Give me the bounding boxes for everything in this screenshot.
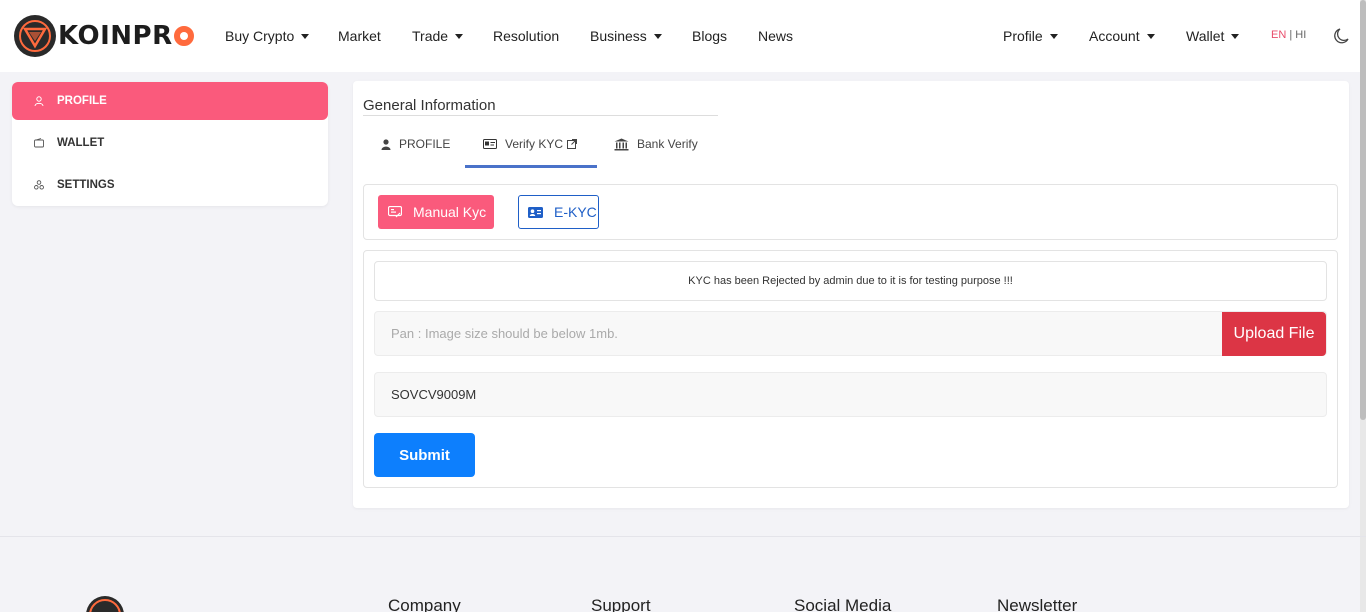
- bank-icon: [614, 138, 629, 151]
- caret-down-icon: [1049, 33, 1058, 39]
- pan-file-input[interactable]: Pan : Image size should be below 1mb. Up…: [374, 311, 1327, 356]
- footer-heading-company: Company: [388, 596, 461, 612]
- ekyc-id-icon: [528, 206, 543, 218]
- tab-profile[interactable]: PROFILE: [381, 121, 450, 167]
- caret-down-icon: [1146, 33, 1155, 39]
- person-icon: [381, 138, 391, 150]
- nav-resolution[interactable]: Resolution: [493, 0, 559, 72]
- nav-business[interactable]: Business: [590, 0, 662, 72]
- nav-trade[interactable]: Trade: [412, 0, 464, 72]
- wallet-icon: [33, 137, 45, 149]
- nav-market[interactable]: Market: [338, 0, 381, 72]
- pan-number-field[interactable]: SOVCV9009M: [374, 372, 1327, 417]
- moon-icon[interactable]: [1334, 28, 1350, 44]
- lang-hi[interactable]: HI: [1295, 29, 1306, 41]
- caret-down-icon: [1231, 33, 1240, 39]
- lang-en[interactable]: EN: [1271, 29, 1286, 41]
- title-divider: [363, 115, 718, 116]
- logo-text: KOINPR: [58, 21, 194, 51]
- caret-down-icon: [301, 33, 310, 39]
- user-icon: [33, 95, 45, 107]
- manual-kyc-button[interactable]: Manual Kyc: [378, 195, 494, 229]
- kyc-type-selector: Manual Kyc E-KYC: [363, 184, 1338, 240]
- logo-mark-icon: [14, 15, 56, 57]
- sidebar: PROFILE WALLET SETTINGS: [12, 82, 328, 206]
- nav-buy-crypto[interactable]: Buy Crypto: [225, 0, 310, 72]
- scrollbar-thumb[interactable]: [1360, 0, 1366, 420]
- language-switcher[interactable]: EN | HI: [1271, 29, 1306, 41]
- upload-file-button[interactable]: Upload File: [1222, 312, 1326, 356]
- file-input-placeholder: Pan : Image size should be below 1mb.: [391, 326, 618, 341]
- nav-blogs[interactable]: Blogs: [692, 0, 727, 72]
- manual-kyc-icon: [388, 206, 402, 218]
- page-scrollbar[interactable]: [1360, 0, 1366, 612]
- page-title: General Information: [363, 97, 496, 114]
- general-information-card: General Information PROFILE Verify KYC B…: [353, 81, 1349, 508]
- submit-button[interactable]: Submit: [374, 433, 475, 477]
- caret-down-icon: [653, 33, 662, 39]
- nav-news[interactable]: News: [758, 0, 793, 72]
- settings-icon: [33, 179, 45, 191]
- tab-bank-verify[interactable]: Bank Verify: [614, 121, 698, 167]
- external-link-icon: [567, 139, 578, 149]
- sidebar-item-profile[interactable]: PROFILE: [12, 82, 328, 120]
- sidebar-item-settings[interactable]: SETTINGS: [12, 166, 328, 204]
- nav-wallet[interactable]: Wallet: [1186, 0, 1240, 72]
- caret-down-icon: [455, 33, 464, 39]
- nav-account[interactable]: Account: [1089, 0, 1155, 72]
- nav-profile[interactable]: Profile: [1003, 0, 1058, 72]
- active-tab-indicator: [465, 165, 597, 168]
- top-navbar: KOINPR Buy Crypto Market Trade Resolutio…: [0, 0, 1366, 72]
- footer-divider: [0, 536, 1366, 537]
- ekyc-button[interactable]: E-KYC: [518, 195, 599, 229]
- footer-heading-newsletter: Newsletter: [997, 596, 1078, 612]
- kyc-status-notice: KYC has been Rejected by admin due to it…: [374, 261, 1327, 301]
- id-card-icon: [483, 139, 497, 149]
- footer-heading-social-media: Social Media: [794, 596, 892, 612]
- koinpro-logo[interactable]: KOINPR: [14, 15, 194, 57]
- kyc-form: KYC has been Rejected by admin due to it…: [363, 250, 1338, 488]
- footer-heading-support: Support: [591, 596, 651, 612]
- sidebar-item-wallet[interactable]: WALLET: [12, 124, 328, 162]
- logo-o-icon: [173, 26, 194, 46]
- footer-logo: [84, 594, 284, 612]
- tab-verify-kyc[interactable]: Verify KYC: [483, 121, 578, 167]
